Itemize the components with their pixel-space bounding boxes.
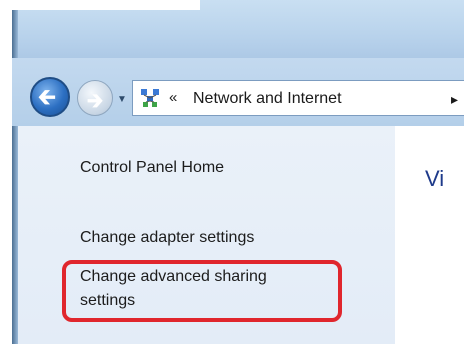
highlight-annotation (62, 260, 342, 322)
desktop-background (0, 0, 200, 10)
breadcrumb-network-and-internet[interactable]: Network and Internet (193, 89, 342, 109)
recent-pages-dropdown[interactable]: ▼ (115, 93, 129, 107)
address-bar[interactable]: « Network and Internet ▸ (132, 80, 464, 116)
breadcrumb-expand-arrow-icon[interactable]: ▸ (451, 89, 458, 109)
explorer-window: 🡰 🡲 ▼ « Network and Internet ▸ Control P… (0, 0, 464, 344)
control-panel-home-link[interactable]: Control Panel Home (80, 158, 224, 178)
content-pane (395, 126, 464, 344)
network-and-internet-icon (141, 89, 159, 107)
back-arrow-icon: 🡰 (38, 84, 56, 109)
page-title: Vi (425, 166, 445, 191)
forward-arrow-icon: 🡲 (87, 90, 104, 112)
desktop-background-left (0, 0, 12, 165)
forward-button[interactable]: 🡲 (77, 80, 113, 116)
chevron-down-icon: ▼ (117, 94, 127, 105)
breadcrumb-overflow-chevron[interactable]: « (169, 88, 177, 108)
change-adapter-settings-link[interactable]: Change adapter settings (80, 228, 254, 248)
back-button[interactable]: 🡰 (30, 77, 70, 117)
